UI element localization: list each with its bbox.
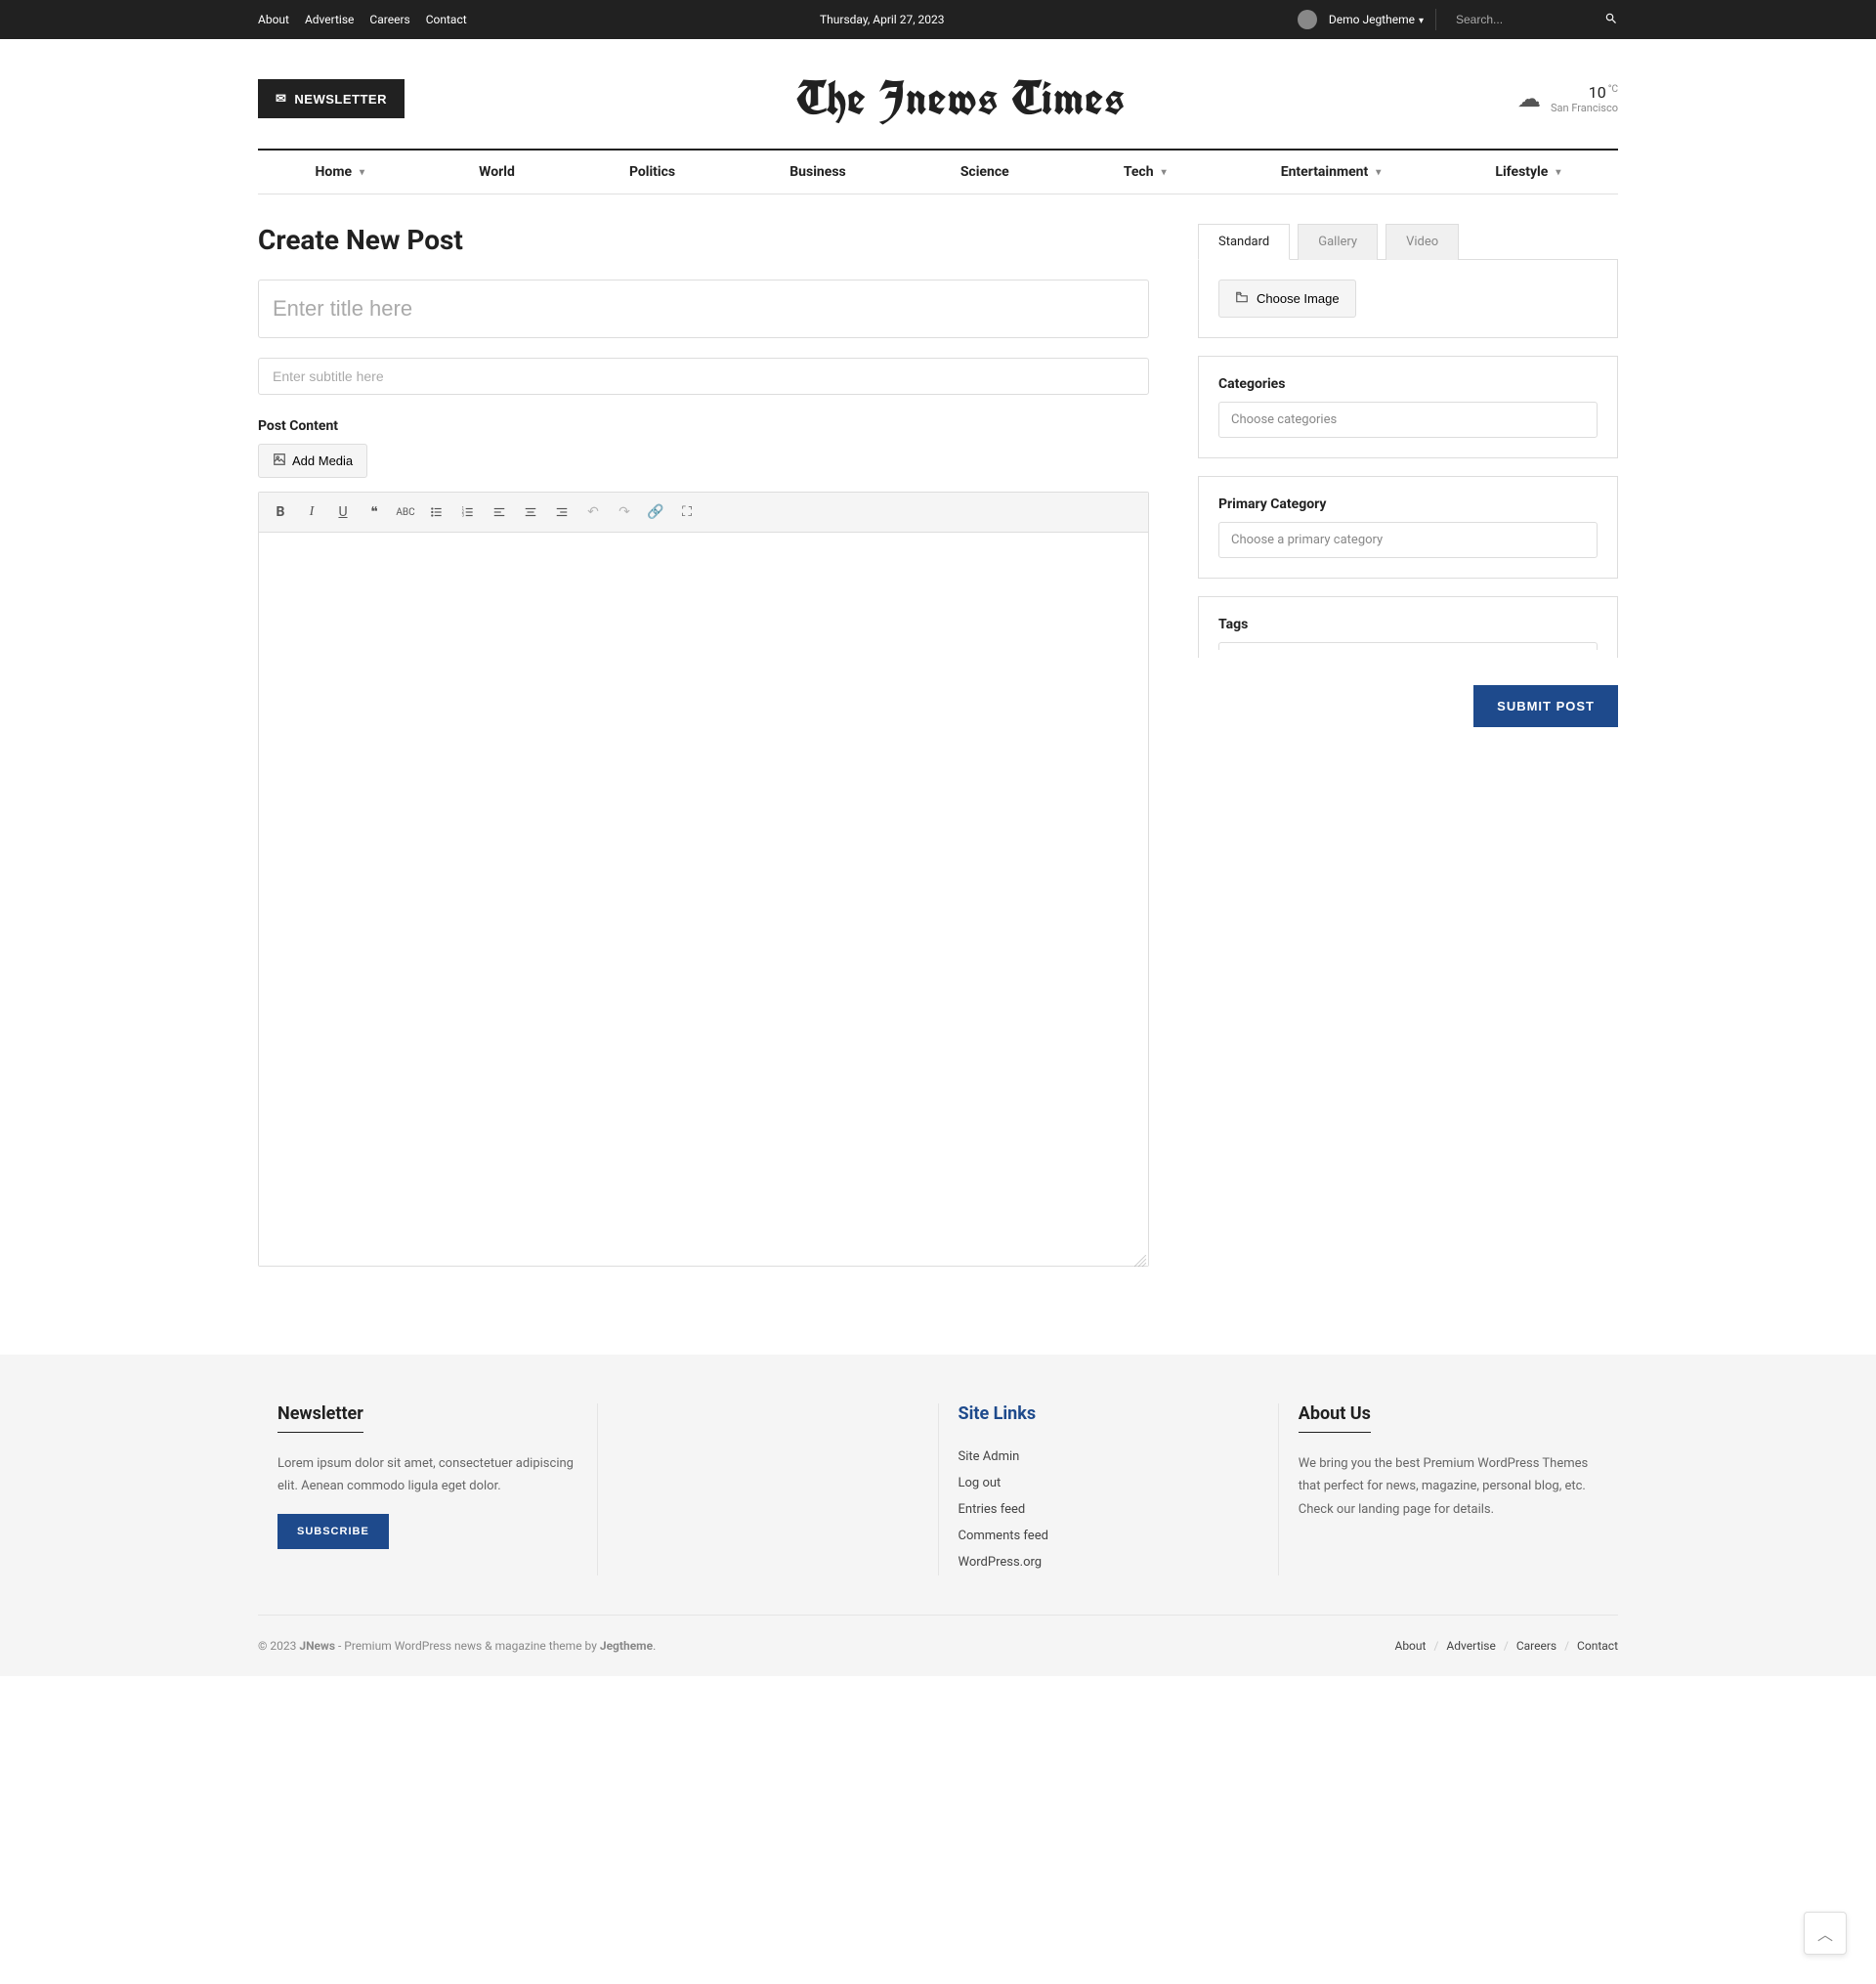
editor-textarea[interactable] [259, 533, 1148, 1266]
chevron-down-icon: ▾ [1556, 167, 1560, 178]
svg-text:3: 3 [462, 513, 465, 518]
choose-image-button[interactable]: Choose Image [1218, 280, 1356, 318]
chevron-down-icon: ▾ [1162, 167, 1167, 178]
sitelink-logout[interactable]: Log out [959, 1470, 1258, 1496]
bullet-list-button[interactable] [423, 498, 450, 526]
site-logo[interactable]: The Jnews Times [405, 68, 1517, 129]
primary-category-select[interactable]: Choose a primary category [1218, 522, 1598, 558]
align-right-button[interactable] [548, 498, 576, 526]
nav-home[interactable]: Home▾ [296, 151, 385, 194]
envelope-icon: ✉ [276, 91, 286, 107]
footer-about-title: About Us [1299, 1403, 1371, 1433]
footer-sitelinks: Site Links Site Admin Log out Entries fe… [939, 1403, 1279, 1575]
tags-box: Tags [1198, 596, 1618, 658]
cloud-icon: ☁ [1517, 85, 1541, 112]
footer-link-contact[interactable]: Contact [1577, 1639, 1618, 1653]
topbar-link-careers[interactable]: Careers [369, 13, 409, 26]
chevron-down-icon: ▾ [360, 167, 364, 178]
footer-sitelinks-title: Site Links [959, 1403, 1037, 1424]
newsletter-button[interactable]: ✉ NEWSLETTER [258, 79, 405, 118]
submit-post-button[interactable]: SUBMIT POST [1473, 685, 1618, 727]
footer-bottom-links: About/ Advertise/ Careers/ Contact [1394, 1639, 1618, 1653]
header: ✉ NEWSLETTER The Jnews Times ☁ 10°C San … [234, 39, 1642, 149]
rich-text-editor: B I U ❝ ABC 123 [258, 492, 1149, 1267]
subscribe-button[interactable]: SUBSCRIBE [277, 1514, 389, 1549]
fullscreen-button[interactable]: ⛶ [673, 498, 701, 526]
tags-input-partial[interactable] [1218, 642, 1598, 650]
topbar-links: About Advertise Careers Contact [258, 13, 467, 26]
post-title-input[interactable] [258, 280, 1149, 338]
avatar[interactable] [1298, 10, 1317, 29]
quote-button[interactable]: ❝ [361, 498, 388, 526]
align-left-button[interactable] [486, 498, 513, 526]
add-media-button[interactable]: Add Media [258, 444, 367, 478]
page-title: Create New Post [258, 224, 1149, 256]
tab-gallery[interactable]: Gallery [1298, 224, 1378, 260]
nav-entertainment[interactable]: Entertainment▾ [1261, 151, 1401, 194]
align-center-button[interactable] [517, 498, 544, 526]
chevron-down-icon: ▾ [1376, 167, 1381, 178]
italic-button[interactable]: I [298, 498, 325, 526]
categories-box: Categories Choose categories [1198, 356, 1618, 458]
nav-tech[interactable]: Tech▾ [1104, 151, 1186, 194]
numbered-list-button[interactable]: 123 [454, 498, 482, 526]
sitelink-admin[interactable]: Site Admin [959, 1444, 1258, 1470]
topbar-link-advertise[interactable]: Advertise [305, 13, 354, 26]
categories-label: Categories [1218, 376, 1598, 392]
footer-link-about[interactable]: About [1394, 1639, 1426, 1653]
weather-widget: ☁ 10°C San Francisco [1517, 83, 1618, 114]
tab-video[interactable]: Video [1386, 224, 1459, 260]
nav-business[interactable]: Business [770, 151, 865, 194]
sitelink-comments[interactable]: Comments feed [959, 1523, 1258, 1549]
sitelink-wordpress[interactable]: WordPress.org [959, 1549, 1258, 1575]
footer-about-text: We bring you the best Premium WordPress … [1299, 1452, 1599, 1521]
topbar-link-about[interactable]: About [258, 13, 289, 26]
undo-button[interactable]: ↶ [579, 498, 607, 526]
bold-button[interactable]: B [267, 498, 294, 526]
search-input[interactable] [1448, 9, 1604, 30]
user-menu[interactable]: Demo Jegtheme▾ [1329, 13, 1424, 26]
footer-link-advertise[interactable]: Advertise [1446, 1639, 1495, 1653]
scroll-to-top-button[interactable]: ︿ [1804, 1912, 1847, 1955]
strikethrough-button[interactable]: ABC [392, 498, 419, 526]
nav-lifestyle[interactable]: Lifestyle▾ [1475, 151, 1580, 194]
content-label: Post Content [258, 418, 1149, 434]
folder-icon [1235, 290, 1249, 307]
footer-link-careers[interactable]: Careers [1516, 1639, 1556, 1653]
topbar: About Advertise Careers Contact Thursday… [0, 0, 1876, 39]
nav-politics[interactable]: Politics [610, 151, 695, 194]
categories-select[interactable]: Choose categories [1218, 402, 1598, 438]
footer-empty-col [598, 1403, 938, 1575]
nav-world[interactable]: World [459, 151, 534, 194]
chevron-up-icon: ︿ [1817, 1921, 1833, 1945]
primary-category-label: Primary Category [1218, 496, 1598, 512]
nav-science[interactable]: Science [941, 151, 1029, 194]
primary-category-box: Primary Category Choose a primary catego… [1198, 476, 1618, 579]
search-icon[interactable] [1604, 12, 1618, 28]
editor-toolbar: B I U ❝ ABC 123 [259, 493, 1148, 533]
tab-standard[interactable]: Standard [1198, 224, 1290, 260]
footer: Newsletter Lorem ipsum dolor sit amet, c… [0, 1355, 1876, 1676]
main-nav: Home▾ World Politics Business Science Te… [258, 149, 1618, 194]
image-box: Choose Image [1198, 259, 1618, 338]
footer-newsletter: Newsletter Lorem ipsum dolor sit amet, c… [258, 1403, 598, 1575]
link-button[interactable]: 🔗 [642, 498, 669, 526]
copyright: © 2023 JNews - Premium WordPress news & … [258, 1639, 656, 1653]
chevron-down-icon: ▾ [1419, 16, 1424, 26]
footer-newsletter-title: Newsletter [277, 1403, 363, 1433]
topbar-link-contact[interactable]: Contact [426, 13, 467, 26]
tags-label: Tags [1218, 617, 1598, 632]
footer-newsletter-text: Lorem ipsum dolor sit amet, consectetuer… [277, 1452, 577, 1498]
redo-button[interactable]: ↷ [611, 498, 638, 526]
format-tabs: Standard Gallery Video [1198, 224, 1618, 260]
media-icon [273, 453, 286, 469]
underline-button[interactable]: U [329, 498, 357, 526]
sitelink-entries[interactable]: Entries feed [959, 1496, 1258, 1523]
footer-about: About Us We bring you the best Premium W… [1279, 1403, 1618, 1575]
post-subtitle-input[interactable] [258, 358, 1149, 395]
resize-handle[interactable] [1134, 1252, 1146, 1264]
topbar-date: Thursday, April 27, 2023 [467, 13, 1298, 26]
